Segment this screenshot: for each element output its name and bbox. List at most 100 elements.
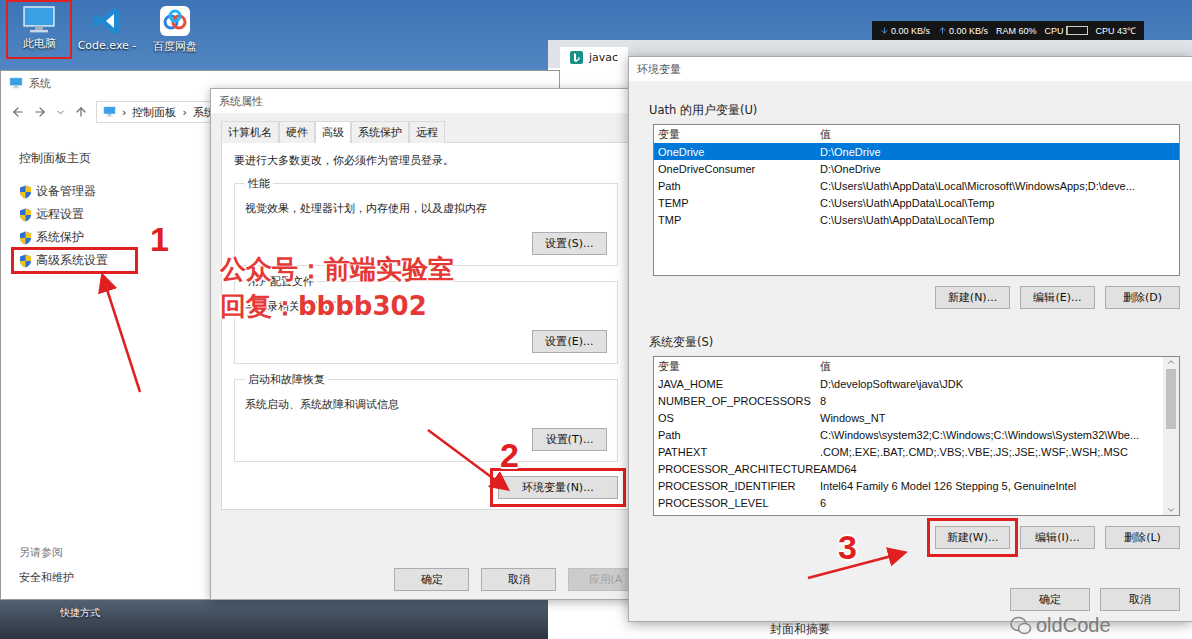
variable-name: OneDriveConsumer <box>654 163 816 175</box>
desktop-icon[interactable]: 此电脑 <box>8 2 70 57</box>
settings-group: 性能视觉效果，处理器计划，内存使用，以及虚拟内存设置(S)... <box>234 176 618 266</box>
group-description: 系统启动、系统故障和调试信息 <box>245 397 607 412</box>
variable-value: C:\Users\Uath\AppData\Local\Microsoft\Wi… <box>816 180 1179 192</box>
user-variables-table[interactable]: 变量值OneDriveD:\OneDriveOneDriveConsumerD:… <box>653 124 1180 276</box>
settings-button[interactable]: 设置(T)... <box>532 428 607 451</box>
footer-button[interactable]: 确定 <box>1010 588 1090 611</box>
watermark-line: 公众号：前端实验室 <box>220 252 454 287</box>
tab[interactable]: 硬件 <box>279 121 315 143</box>
system-variables-table[interactable]: 变量值JAVA_HOMED:\developSoftware\java\JDKN… <box>653 356 1180 516</box>
variable-name: Path <box>654 180 816 192</box>
admin-note: 要进行大多数更改，你必须作为管理员登录。 <box>234 153 618 168</box>
table-row[interactable]: NUMBER_OF_PROCESSORS8 <box>654 392 1163 409</box>
section-title: Uath 的用户变量(U) <box>649 103 1180 118</box>
scroll-up-icon[interactable] <box>1166 357 1176 367</box>
bing-icon <box>570 51 583 64</box>
separator: › <box>122 106 126 119</box>
sidebar-home[interactable]: 控制面板主页 <box>15 149 201 168</box>
column-header[interactable]: 值 <box>816 127 1179 142</box>
table-row[interactable]: PATHEXT.COM;.EXE;.BAT;.CMD;.VBS;.VBE;.JS… <box>654 443 1163 460</box>
back-icon[interactable] <box>11 105 25 119</box>
settings-button[interactable]: 设置(S)... <box>532 232 607 255</box>
desktop-icon[interactable]: Code.exe - <box>76 2 138 57</box>
variable-button[interactable]: 删除(L) <box>1105 526 1180 549</box>
settings-group: 启动和故障恢复系统启动、系统故障和调试信息设置(T)... <box>234 372 618 462</box>
settings-button[interactable]: 设置(E)... <box>532 330 607 353</box>
cpu-fill <box>1067 27 1068 34</box>
variable-name: OneDrive <box>654 146 816 158</box>
variable-button[interactable]: 编辑(E)... <box>1020 286 1095 309</box>
footer-button[interactable]: 取消 <box>1100 588 1180 611</box>
tab[interactable]: 计算机名 <box>221 121 279 143</box>
variable-button[interactable]: 新建(N)... <box>935 286 1010 309</box>
forward-icon[interactable] <box>33 105 47 119</box>
brand-watermark: oldCode <box>1010 614 1111 637</box>
column-header[interactable]: 变量 <box>654 359 816 374</box>
table-row[interactable]: PathC:\Windows\system32;C:\Windows;C:\Wi… <box>654 426 1163 443</box>
breadcrumb-item[interactable]: 控制面板 <box>132 105 176 120</box>
table-row[interactable]: OneDriveD:\OneDrive <box>654 143 1179 160</box>
table-row[interactable]: PROCESSOR_LEVEL6 <box>654 494 1163 511</box>
arrow-icon <box>103 277 140 392</box>
variable-button[interactable]: 编辑(I)... <box>1020 526 1095 549</box>
column-header[interactable]: 值 <box>816 359 1163 374</box>
table-row[interactable]: OSWindows_NT <box>654 409 1163 426</box>
dialog-body: 计算机名硬件高级系统保护远程要进行大多数更改，你必须作为管理员登录。性能视觉效果… <box>211 113 641 599</box>
scroll-down-icon[interactable] <box>1166 505 1176 515</box>
variable-name: OS <box>654 412 816 424</box>
computer-icon <box>9 77 23 89</box>
variable-value: 8 <box>816 395 1163 407</box>
variable-name: NUMBER_OF_PROCESSORS <box>654 395 816 407</box>
desktop: 此电脑Code.exe -百度网盘快捷方式0.00 KB/s0.00 KB/sR… <box>0 0 1192 639</box>
tab[interactable]: 系统保护 <box>351 121 409 143</box>
desktop-icons: 此电脑Code.exe -百度网盘 <box>8 2 206 57</box>
footer-button[interactable]: 取消 <box>481 568 556 591</box>
sidebar-item[interactable]: 高级系统设置 <box>15 251 134 270</box>
sidebar: 控制面板主页设备管理器远程设置系统保护高级系统设置另请参阅安全和维护 <box>1 129 201 599</box>
history-icon[interactable] <box>55 107 66 118</box>
variable-value: C:\Windows\system32;C:\Windows;C:\Window… <box>816 429 1163 441</box>
tab[interactable]: 高级 <box>315 121 351 143</box>
table-row[interactable]: JAVA_HOMED:\developSoftware\java\JDK <box>654 375 1163 392</box>
table-row[interactable]: TEMPC:\Users\Uath\AppData\Local\Temp <box>654 194 1179 211</box>
table-row[interactable]: OneDriveConsumerD:\OneDrive <box>654 160 1179 177</box>
shield-icon <box>19 254 32 268</box>
group-title: 启动和故障恢复 <box>245 372 328 387</box>
footer-button[interactable]: 确定 <box>394 568 469 591</box>
variable-button[interactable]: 删除(D) <box>1105 286 1180 309</box>
sidebar-item[interactable]: 设备管理器 <box>15 182 122 201</box>
environment-variables-button[interactable]: 环境变量(N)... <box>498 476 618 499</box>
sidebar-item[interactable]: 远程设置 <box>15 205 110 224</box>
table-row[interactable]: PROCESSOR_IDENTIFIERIntel64 Family 6 Mod… <box>654 477 1163 494</box>
environment-variables-dialog: 环境变量Uath 的用户变量(U)变量值OneDriveD:\OneDriveO… <box>628 56 1192 622</box>
browser-tab[interactable]: javac <box>560 47 628 68</box>
separator: › <box>182 106 186 119</box>
cpu-bar <box>1066 26 1088 35</box>
tab[interactable]: 远程 <box>409 121 445 143</box>
variable-name: TEMP <box>654 197 816 209</box>
title-bar: 系统属性 <box>211 89 641 113</box>
dialog-footer: 确定取消应用(A <box>221 568 643 599</box>
scroll-track[interactable] <box>1163 367 1179 505</box>
sidebar-item[interactable]: 系统保护 <box>15 228 110 247</box>
step-number: 1 <box>150 220 169 259</box>
table-header: 变量值 <box>654 126 1179 143</box>
scroll-thumb[interactable] <box>1166 369 1176 429</box>
up-icon[interactable] <box>74 105 88 119</box>
desktop-icon[interactable]: 百度网盘 <box>144 2 206 57</box>
see-also-item[interactable]: 安全和维护 <box>19 570 201 585</box>
tab-panel: 要进行大多数更改，你必须作为管理员登录。性能视觉效果，处理器计划，内存使用，以及… <box>221 142 631 510</box>
computer-icon <box>103 106 116 117</box>
see-also: 另请参阅安全和维护 <box>15 545 201 585</box>
scrollbar[interactable] <box>1163 357 1179 515</box>
variable-name: PROCESSOR_ARCHITECTURE <box>654 463 816 475</box>
group-description: 视觉效果，处理器计划，内存使用，以及虚拟内存 <box>245 201 607 216</box>
table-row[interactable]: PROCESSOR_ARCHITECTUREAMD64 <box>654 460 1163 477</box>
variable-button[interactable]: 新建(W)... <box>935 526 1010 549</box>
column-header[interactable]: 变量 <box>654 127 816 142</box>
table-row[interactable]: PathC:\Users\Uath\AppData\Local\Microsof… <box>654 177 1179 194</box>
section-title: 系统变量(S) <box>649 335 1180 350</box>
variable-name: Path <box>654 429 816 441</box>
watermark: 公众号：前端实验室回复：bbbb302 <box>220 252 454 324</box>
table-row[interactable]: TMPC:\Users\Uath\AppData\Local\Temp <box>654 211 1179 228</box>
